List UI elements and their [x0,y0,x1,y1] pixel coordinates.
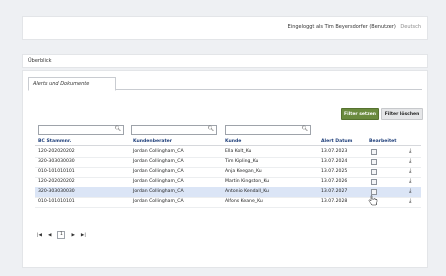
cell-bc: 320-303030030 [38,189,75,195]
cell-bc: 010-101010101 [38,199,75,205]
download-icon[interactable]: ⤓ [409,158,411,165]
table-row[interactable]: 120-202020202 Jordan Collingham_CA Marti… [35,177,421,188]
search-icon[interactable]: 🔍︎ [302,126,308,132]
download-icon[interactable]: ⤓ [409,188,411,195]
table-row[interactable]: 010-101010101 Jordan Collingham_CA Alfon… [35,197,421,208]
header-divider [35,145,421,146]
overview-bar: Überblick [22,54,428,68]
user-info: Eingeloggt als Tim Beyersdorfer (Benutze… [288,24,421,30]
table-row-selected[interactable]: 320-303030030 Jordan Collingham_CA Anton… [35,187,421,198]
cell-kunde: Tim Kipling_Ku [225,159,259,165]
cell-alert-datum: 13.07.2024 [321,159,348,165]
column-header-alert-datum[interactable]: Alert Datum [321,139,352,144]
bearbeitet-checkbox[interactable] [371,179,377,186]
overview-title: Überblick [28,58,52,64]
column-header-kunde[interactable]: Kunde [225,139,241,144]
cell-alert-datum: 13.07.2025 [321,169,348,175]
cell-kundenberater: Jordan Collingham_CA [133,159,184,165]
cell-alert-datum: 13.07.2028 [321,199,348,205]
cell-kundenberater: Jordan Collingham_CA [133,199,184,205]
cell-bc: 010-101010101 [38,169,75,175]
tab-label: Alerts und Dokumente [33,81,90,87]
download-icon[interactable]: ⤓ [409,168,411,175]
first-page-icon[interactable]: |◀ [37,233,42,238]
cell-kundenberater: Jordan Collingham_CA [133,149,184,155]
last-page-icon[interactable]: ▶| [81,233,86,238]
kunde-filter-input[interactable]: 🔍︎ [225,125,311,135]
cell-kunde: Alfons Keane_Ku [225,199,263,205]
bearbeitet-checkbox[interactable] [371,149,377,156]
hand-cursor-icon [368,195,378,206]
search-icon[interactable]: 🔍︎ [115,126,121,132]
main-panel: Alerts und Dokumente Filter setzen Filte… [22,70,428,268]
download-icon[interactable]: ⤓ [409,198,411,205]
logged-in-user-text: Eingeloggt als Tim Beyersdorfer (Benutze… [287,24,396,30]
kundenberater-filter-input[interactable]: 🔍︎ [131,125,217,135]
set-filter-button[interactable]: Filter setzen [341,108,379,120]
prev-page-icon[interactable]: ◀ [48,233,51,238]
cell-kundenberater: Jordan Collingham_CA [133,169,184,175]
search-icon[interactable]: 🔍︎ [208,126,214,132]
cell-kunde: Anja Keegan_Ku [225,169,262,175]
download-icon[interactable]: ⤓ [409,178,411,185]
cell-kundenberater: Jordan Collingham_CA [133,189,184,195]
cell-kunde: Martin Kingston_Ku [225,179,270,185]
cell-kunde: Ella Kolt_Ku [225,149,252,155]
column-header-kundenberater[interactable]: Kundenberater [133,139,172,144]
cell-kunde: Antonio Kendall_Ku [225,189,269,195]
current-page-input[interactable]: 1 [57,231,66,239]
table-row[interactable]: 120-202020202 Jordan Collingham_CA Ella … [35,147,421,158]
cell-alert-datum: 13.07.2027 [321,189,348,195]
cell-alert-datum: 13.07.2026 [321,179,348,185]
table-row[interactable]: 010-101010101 Jordan Collingham_CA Anja … [35,167,421,178]
cell-bc: 120-202020202 [38,149,75,155]
language-link[interactable]: Deutsch [400,24,421,30]
clear-filter-button[interactable]: Filter löschen [381,108,423,120]
pagination: |◀ ◀ 1 ▶ ▶| [37,230,101,240]
bc-filter-input[interactable]: 🔍︎ [38,125,124,135]
tab-alerts-documents[interactable]: Alerts und Dokumente [28,77,116,91]
next-page-icon[interactable]: ▶ [71,233,74,238]
bearbeitet-checkbox[interactable] [371,169,377,176]
bearbeitet-checkbox[interactable] [371,159,377,166]
cell-bc: 320-303030030 [38,159,75,165]
top-bar: Eingeloggt als Tim Beyersdorfer (Benutze… [22,16,428,40]
column-header-bc[interactable]: BC Stammnr. [38,139,71,144]
download-icon[interactable]: ⤓ [409,148,411,155]
cell-kundenberater: Jordan Collingham_CA [133,179,184,185]
table-row[interactable]: 320-303030030 Jordan Collingham_CA Tim K… [35,157,421,168]
cell-bc: 120-202020202 [38,179,75,185]
column-header-bearbeitet[interactable]: Bearbeitet [369,139,396,144]
cell-alert-datum: 13.07.2023 [321,149,348,155]
